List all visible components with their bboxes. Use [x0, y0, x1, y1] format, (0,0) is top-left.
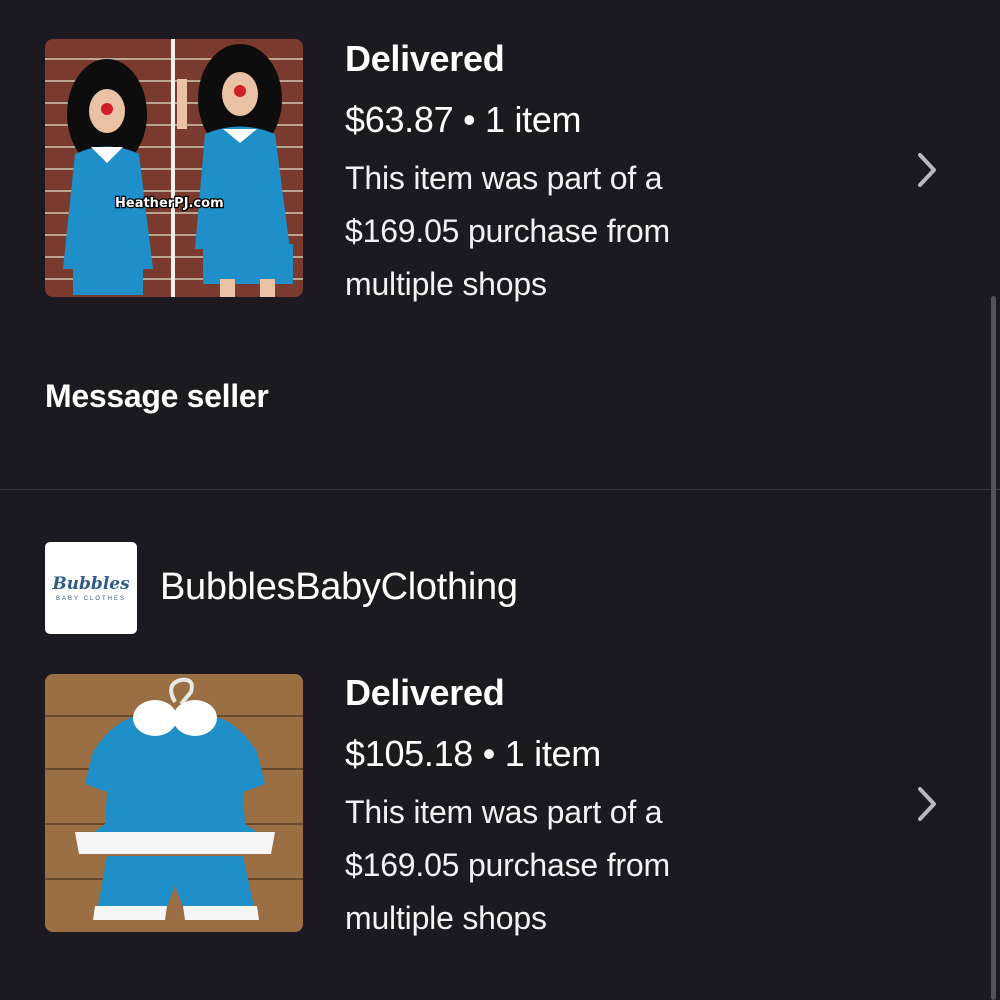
shop-logo-text: Bubbles [52, 573, 130, 594]
shop-logo-subtext: BABY CLOTHES [56, 595, 126, 602]
watermark-text: HeatherPJ.com [115, 196, 224, 211]
message-seller-button[interactable]: Message seller [45, 378, 269, 415]
divider [0, 489, 1000, 490]
shop-logo[interactable]: Bubbles BABY CLOTHES [45, 542, 137, 634]
shop-name-link[interactable]: BubblesBabyClothing [160, 566, 518, 609]
order-status: Delivered [345, 38, 505, 79]
product-image-1[interactable]: HeatherPJ.com [45, 39, 303, 297]
order-price-line: $63.87 • 1 item [345, 99, 582, 140]
order-card-2[interactable]: Delivered $105.18 • 1 item This item was… [0, 640, 1000, 1000]
order-note: This item was part of a $169.05 purchase… [345, 794, 670, 936]
product-image-2[interactable] [45, 674, 303, 932]
chevron-right-icon[interactable] [905, 148, 949, 192]
order-note: This item was part of a $169.05 purchase… [345, 160, 670, 302]
order-price-line: $105.18 • 1 item [345, 733, 601, 774]
order-card-1[interactable]: HeatherPJ.com Delivered $63.87 • 1 item … [0, 0, 1000, 489]
order-status: Delivered [345, 672, 505, 713]
chevron-right-icon[interactable] [905, 782, 949, 826]
